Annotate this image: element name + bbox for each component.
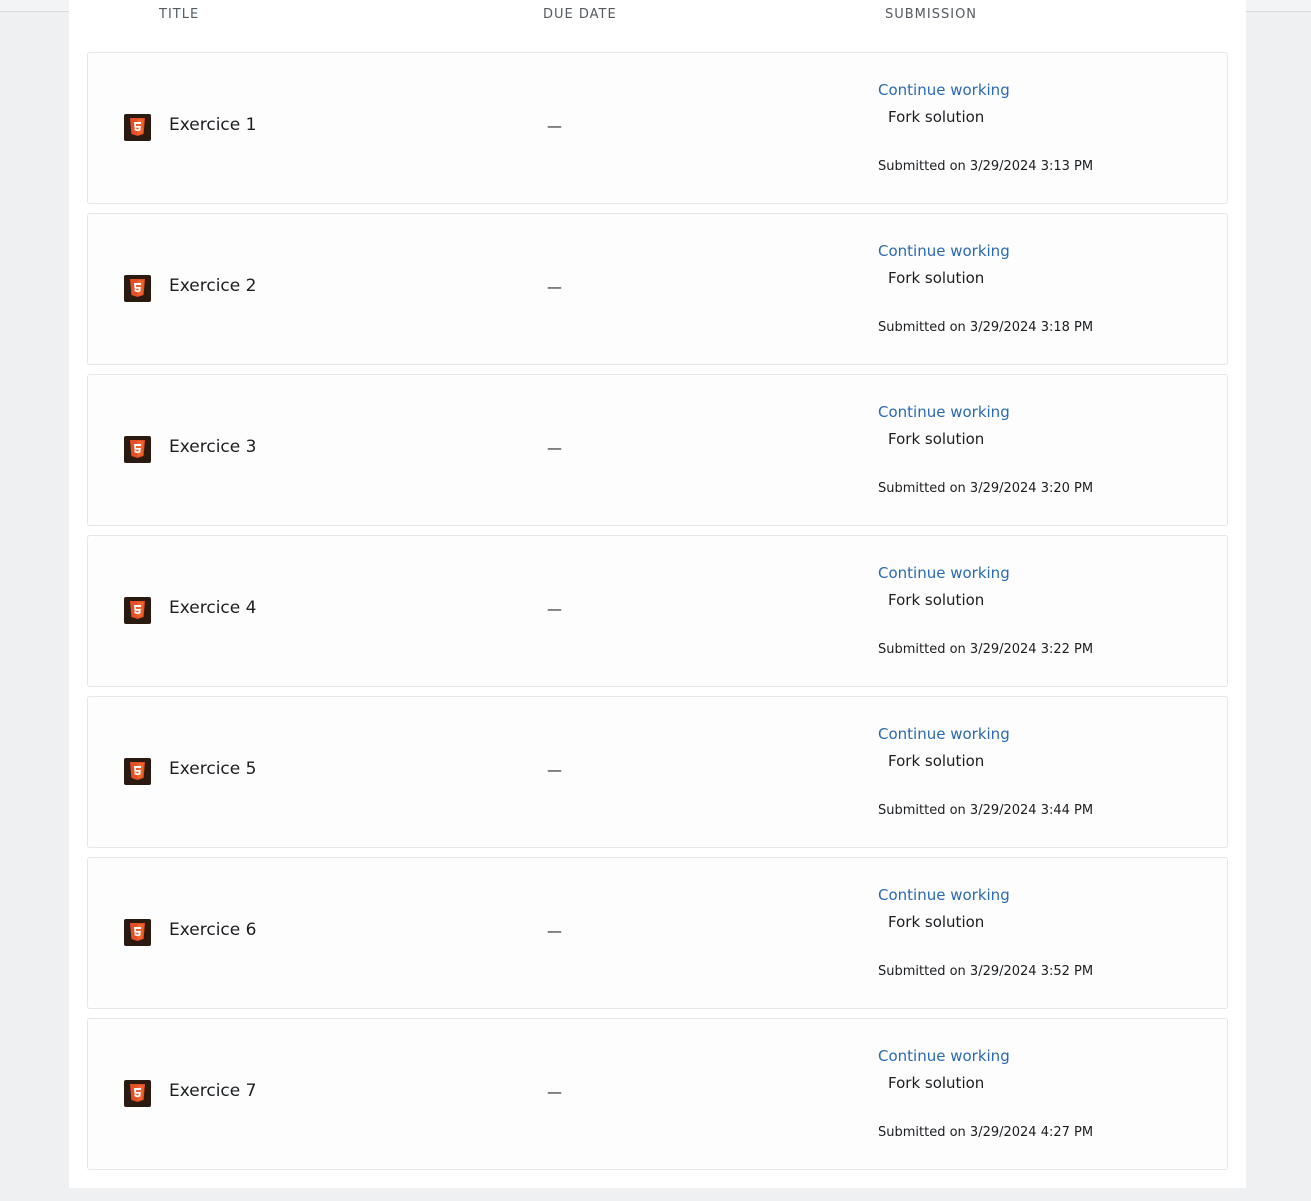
assignment-title[interactable]: Exercice 6 (169, 920, 256, 940)
assignment-title[interactable]: Exercice 3 (169, 437, 256, 457)
column-header-submission: SUBMISSION (885, 7, 978, 22)
html5-icon (124, 114, 151, 141)
assignment-title[interactable]: Exercice 5 (169, 759, 256, 779)
assignment-row[interactable]: Exercice 2 — Continue working Fork solut… (87, 213, 1228, 365)
assignment-row[interactable]: Exercice 4 — Continue working Fork solut… (87, 535, 1228, 687)
fork-solution-button[interactable]: Fork solution (888, 913, 984, 931)
fork-solution-button[interactable]: Fork solution (888, 752, 984, 770)
continue-working-link[interactable]: Continue working (878, 242, 1010, 260)
due-date: — (547, 600, 562, 618)
fork-solution-button[interactable]: Fork solution (888, 430, 984, 448)
column-header-due-date: DUE DATE (543, 7, 617, 22)
assignment-title[interactable]: Exercice 1 (169, 115, 256, 135)
due-date: — (547, 278, 562, 296)
continue-working-link[interactable]: Continue working (878, 1047, 1010, 1065)
submitted-timestamp: Submitted on 3/29/2024 3:52 PM (878, 964, 1094, 979)
fork-solution-button[interactable]: Fork solution (888, 269, 984, 287)
assignment-row[interactable]: Exercice 6 — Continue working Fork solut… (87, 857, 1228, 1009)
due-date: — (547, 1083, 562, 1101)
submitted-timestamp: Submitted on 3/29/2024 4:27 PM (878, 1125, 1094, 1140)
html5-icon (124, 597, 151, 624)
submitted-timestamp: Submitted on 3/29/2024 3:44 PM (878, 803, 1094, 818)
assignment-row[interactable]: Exercice 7 — Continue working Fork solut… (87, 1018, 1228, 1170)
assignment-title[interactable]: Exercice 4 (169, 598, 256, 618)
submitted-timestamp: Submitted on 3/29/2024 3:20 PM (878, 481, 1094, 496)
continue-working-link[interactable]: Continue working (878, 725, 1010, 743)
assignment-title[interactable]: Exercice 2 (169, 276, 256, 296)
fork-solution-button[interactable]: Fork solution (888, 591, 984, 609)
html5-icon (124, 1080, 151, 1107)
submitted-timestamp: Submitted on 3/29/2024 3:13 PM (878, 159, 1094, 174)
due-date: — (547, 761, 562, 779)
due-date: — (547, 117, 562, 135)
fork-solution-button[interactable]: Fork solution (888, 108, 984, 126)
assignment-row[interactable]: Exercice 1 — Continue working Fork solut… (87, 52, 1228, 204)
column-header-title: TITLE (159, 7, 200, 22)
fork-solution-button[interactable]: Fork solution (888, 1074, 984, 1092)
continue-working-link[interactable]: Continue working (878, 886, 1010, 904)
html5-icon (124, 919, 151, 946)
due-date: — (547, 439, 562, 457)
continue-working-link[interactable]: Continue working (878, 81, 1010, 99)
html5-icon (124, 758, 151, 785)
continue-working-link[interactable]: Continue working (878, 564, 1010, 582)
due-date: — (547, 922, 562, 940)
assignment-title[interactable]: Exercice 7 (169, 1081, 256, 1101)
submitted-timestamp: Submitted on 3/29/2024 3:22 PM (878, 642, 1094, 657)
html5-icon (124, 275, 151, 302)
submitted-timestamp: Submitted on 3/29/2024 3:18 PM (878, 320, 1094, 335)
assignment-row[interactable]: Exercice 3 — Continue working Fork solut… (87, 374, 1228, 526)
continue-working-link[interactable]: Continue working (878, 403, 1010, 421)
html5-icon (124, 436, 151, 463)
assignment-row[interactable]: Exercice 5 — Continue working Fork solut… (87, 696, 1228, 848)
